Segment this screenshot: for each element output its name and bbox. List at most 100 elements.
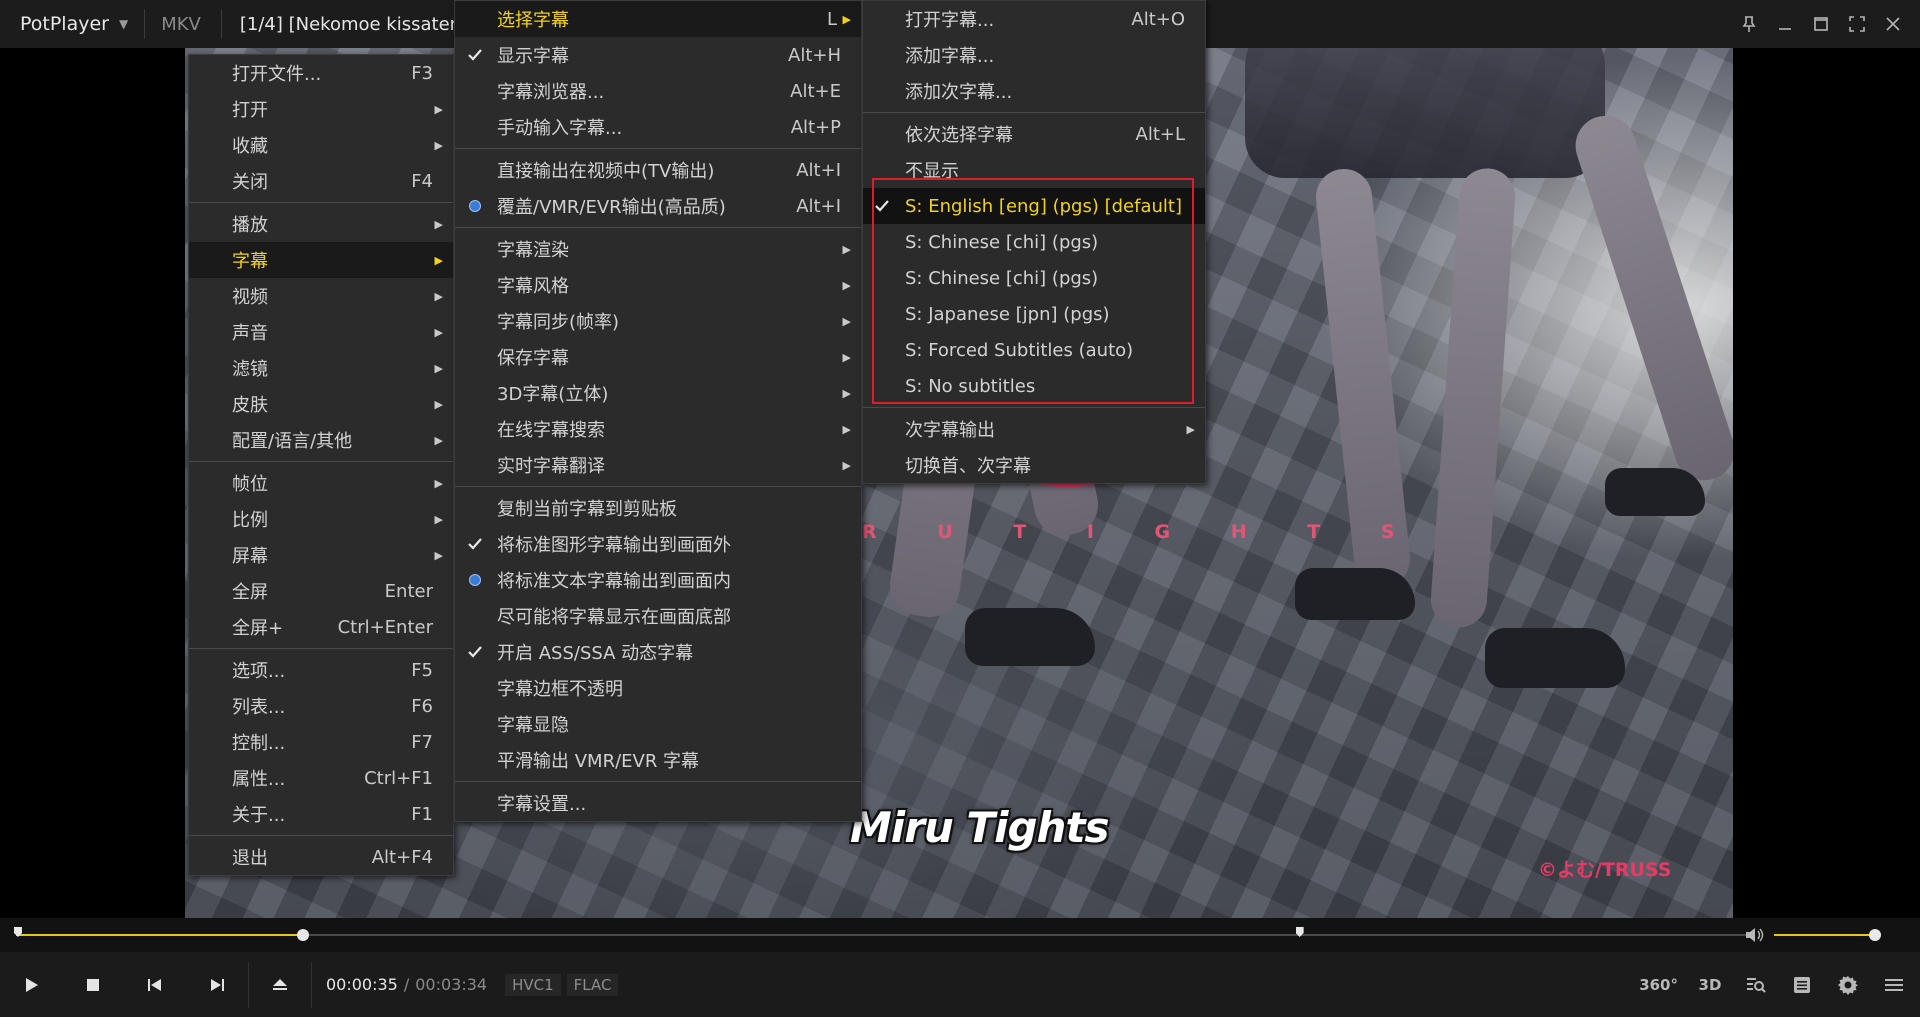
subtitle-menu-item[interactable]: 保存字幕 ▶: [455, 339, 861, 375]
main-menu-item[interactable]: 关于... F1: [189, 796, 453, 832]
eject-button[interactable]: [249, 952, 311, 1017]
main-menu-item[interactable]: 全屏 Enter: [189, 573, 453, 609]
main-menu-item[interactable]: 控制... F7: [189, 724, 453, 760]
subtitle-menu-item[interactable]: 字幕设置...: [455, 785, 861, 821]
video-codec-badge[interactable]: HVC1: [505, 973, 561, 996]
next-button[interactable]: [186, 952, 248, 1017]
main-menu-item[interactable]: 列表... F6: [189, 688, 453, 724]
main-menu-item[interactable]: 关闭 F4: [189, 163, 453, 199]
subtitle-menu-item[interactable]: 字幕边框不透明: [455, 670, 861, 706]
audio-codec-badge[interactable]: FLAC: [566, 973, 619, 996]
main-menu-item[interactable]: 属性... Ctrl+F1: [189, 760, 453, 796]
chevron-right-icon: ▶: [434, 289, 443, 303]
select-menu-item[interactable]: 添加字幕...: [863, 37, 1205, 73]
select-menu-item[interactable]: 切换首、次字幕: [863, 447, 1205, 483]
main-menu-item[interactable]: 打开文件... F3: [189, 55, 453, 91]
subtitle-menu-item[interactable]: 选择字幕 L ▶: [455, 1, 861, 37]
select-menu-item[interactable]: S: Chinese [chi] (pgs): [863, 260, 1205, 296]
vr-360-button[interactable]: 360°: [1639, 971, 1678, 999]
main-menu-item[interactable]: 皮肤 ▶: [189, 386, 453, 422]
main-menu-item[interactable]: 收藏 ▶: [189, 127, 453, 163]
subtitle-menu-item[interactable]: 字幕浏览器... Alt+E: [455, 73, 861, 109]
main-menu-item[interactable]: 全屏+ Ctrl+Enter: [189, 609, 453, 645]
subtitle-menu-item[interactable]: 将标准文本字幕输出到画面内: [455, 562, 861, 598]
main-menu-item[interactable]: 退出 Alt+F4: [189, 839, 453, 875]
select-menu-item[interactable]: S: Japanese [jpn] (pgs): [863, 296, 1205, 332]
menu-item-label: 打开字幕...: [905, 10, 995, 31]
divider: [144, 9, 146, 39]
check-icon: [466, 535, 484, 553]
app-menu-button[interactable]: PotPlayer ▼: [0, 0, 138, 48]
close-button[interactable]: [1880, 11, 1906, 37]
volume-thumb[interactable]: [1868, 929, 1881, 941]
main-menu-item[interactable]: 滤镜 ▶: [189, 350, 453, 386]
volume-icon[interactable]: [1744, 926, 1766, 944]
3d-button[interactable]: 3D: [1696, 971, 1724, 999]
main-menu-item[interactable]: 配置/语言/其他 ▶: [189, 422, 453, 458]
select-menu-item[interactable]: S: No subtitles: [863, 368, 1205, 404]
chevron-right-icon: ▶: [1186, 422, 1195, 436]
subtitle-menu-item[interactable]: 字幕显隐: [455, 706, 861, 742]
subtitle-menu-item[interactable]: 显示字幕 Alt+H: [455, 37, 861, 73]
select-menu-item[interactable]: S: English [eng] (pgs) [default]: [863, 188, 1205, 224]
select-menu-item[interactable]: S: Chinese [chi] (pgs): [863, 224, 1205, 260]
subtitle-menu-item[interactable]: 覆盖/VMR/EVR输出(高品质) Alt+I: [455, 188, 861, 224]
main-menu-item[interactable]: 播放 ▶: [189, 206, 453, 242]
minimize-button[interactable]: [1772, 11, 1798, 37]
subtitle-menu-item[interactable]: 平滑输出 VMR/EVR 字幕: [455, 742, 861, 778]
menu-item-label: 平滑输出 VMR/EVR 字幕: [497, 751, 700, 772]
maximize-button[interactable]: [1808, 11, 1834, 37]
subtitle-menu-item[interactable]: 字幕渲染 ▶: [455, 231, 861, 267]
play-button[interactable]: [0, 952, 62, 1017]
main-menu-item[interactable]: 帧位 ▶: [189, 465, 453, 501]
main-menu-item[interactable]: 打开 ▶: [189, 91, 453, 127]
main-menu-item[interactable]: 比例 ▶: [189, 501, 453, 537]
check-icon: [468, 49, 482, 61]
menu-item-label: 列表...: [232, 697, 286, 718]
subtitle-menu-item[interactable]: 将标准图形字幕输出到画面外: [455, 526, 861, 562]
seek-thumb[interactable]: [297, 929, 310, 941]
subtitle-menu-item[interactable]: 手动输入字幕... Alt+P: [455, 109, 861, 145]
main-menu-item[interactable]: 字幕 ▶: [189, 242, 453, 278]
settings-button[interactable]: [1834, 971, 1862, 999]
menu-item-label: S: English [eng] (pgs) [default]: [905, 195, 1182, 217]
subtitle-menu-item[interactable]: 实时字幕翻译 ▶: [455, 447, 861, 483]
previous-button[interactable]: [124, 952, 186, 1017]
ab-marker[interactable]: [1295, 927, 1304, 937]
select-menu-item[interactable]: 依次选择字幕 Alt+L: [863, 116, 1205, 152]
volume-slider[interactable]: [1774, 934, 1880, 936]
select-menu-item[interactable]: 次字幕输出 ▶: [863, 411, 1205, 447]
subtitle-menu-item[interactable]: 直接输出在视频中(TV输出) Alt+I: [455, 152, 861, 188]
subtitle-menu-item[interactable]: 字幕风格 ▶: [455, 267, 861, 303]
select-menu-item[interactable]: 添加次字幕...: [863, 73, 1205, 109]
main-menu-button[interactable]: [1880, 971, 1908, 999]
subtitle-menu-item[interactable]: 开启 ASS/SSA 动态字幕: [455, 634, 861, 670]
stop-button[interactable]: [62, 952, 124, 1017]
fullscreen-button[interactable]: [1844, 11, 1870, 37]
menu-item-shortcut: Alt+I: [796, 159, 841, 181]
pin-button[interactable]: [1736, 11, 1762, 37]
subtitle-menu-item[interactable]: 字幕同步(帧率) ▶: [455, 303, 861, 339]
main-menu-item[interactable]: 声音 ▶: [189, 314, 453, 350]
menu-item-label: 打开文件...: [232, 64, 322, 85]
select-menu-item[interactable]: 打开字幕... Alt+O: [863, 1, 1205, 37]
search-playlist-button[interactable]: [1742, 971, 1770, 999]
maximize-icon: [1814, 17, 1828, 31]
subtitle-menu-item[interactable]: 3D字幕(立体) ▶: [455, 375, 861, 411]
menu-item-shortcut: Alt+E: [790, 80, 841, 102]
subtitle-menu-item[interactable]: 尽可能将字幕显示在画面底部: [455, 598, 861, 634]
main-menu-item[interactable]: 视频 ▶: [189, 278, 453, 314]
main-menu-item[interactable]: 选项... F5: [189, 652, 453, 688]
seek-bar[interactable]: [14, 927, 1746, 941]
chevron-right-icon: ▶: [434, 433, 443, 447]
select-menu-item[interactable]: 不显示: [863, 152, 1205, 188]
subtitle-menu-item[interactable]: 复制当前字幕到剪贴板: [455, 490, 861, 526]
subtitle-menu-item[interactable]: 在线字幕搜索 ▶: [455, 411, 861, 447]
menu-item-label: 比例: [232, 510, 268, 531]
playlist-button[interactable]: [1788, 971, 1816, 999]
select-menu-item[interactable]: S: Forced Subtitles (auto): [863, 332, 1205, 368]
main-menu-item[interactable]: 屏幕 ▶: [189, 537, 453, 573]
menu-item-label: 显示字幕: [497, 46, 569, 67]
close-icon: [1886, 17, 1900, 31]
menu-item-label: 切换首、次字幕: [905, 456, 1031, 477]
